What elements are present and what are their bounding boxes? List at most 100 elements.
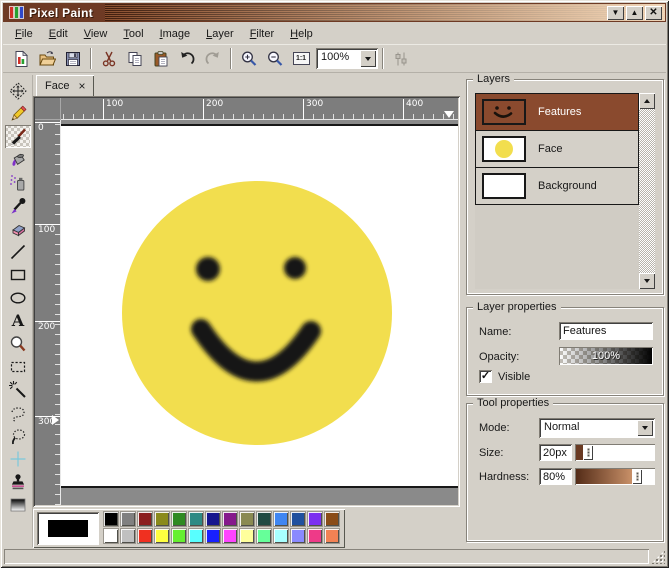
menu-file[interactable]: File [7,25,41,43]
polygon-lasso-tool[interactable] [5,424,31,447]
eraser-icon [8,219,28,239]
palette-swatch[interactable] [103,528,119,544]
current-color-well[interactable] [37,512,99,545]
scroll-up-button[interactable] [639,93,655,109]
palette-swatch[interactable] [154,528,170,544]
zoom-in-button[interactable] [236,46,262,71]
palette-swatch[interactable] [239,528,255,544]
palette-swatch[interactable] [324,511,340,527]
menu-layer[interactable]: Layer [198,25,242,43]
ellipse-tool[interactable] [5,286,31,309]
cut-button[interactable] [96,46,122,71]
close-button[interactable]: ✕ [645,6,662,20]
pencil-tool[interactable] [5,102,31,125]
hruler-label: 300 [303,99,323,120]
palette-swatch[interactable] [137,528,153,544]
palette-swatch[interactable] [324,528,340,544]
palette-swatch[interactable] [120,528,136,544]
menu-help[interactable]: Help [282,25,321,43]
layer-row-features[interactable]: Features [475,93,639,131]
palette-swatch[interactable] [188,511,204,527]
visible-checkbox[interactable]: ✓ [479,370,492,383]
gradient-tool[interactable] [5,493,31,516]
palette-swatch[interactable] [171,511,187,527]
layer-row-face[interactable]: Face [475,130,639,168]
magnifier-tool[interactable] [5,332,31,355]
palette-swatch[interactable] [307,511,323,527]
size-input[interactable] [539,444,572,461]
size-slider-handle[interactable] [583,445,593,460]
hardness-slider[interactable] [575,468,655,485]
palette-swatch[interactable] [290,528,306,544]
palette-swatch[interactable] [239,511,255,527]
panel-toggle-button[interactable] [388,46,414,71]
palette-swatch[interactable] [256,528,272,544]
palette-swatch[interactable] [256,511,272,527]
title-bar[interactable]: Pixel Paint ▼ ▲ ✕ [3,3,666,22]
palette-swatch[interactable] [290,511,306,527]
paste-button[interactable] [148,46,174,71]
hardness-input[interactable] [539,468,572,485]
move-tool[interactable] [5,79,31,102]
layers-scrollbar[interactable] [639,93,655,289]
mode-dropdown-button[interactable] [637,420,653,436]
mode-select[interactable]: Normal [539,418,655,438]
resize-grip[interactable] [651,550,665,564]
rectangular-select-tool[interactable] [5,355,31,378]
crosshair-tool[interactable] [5,447,31,470]
palette-swatch[interactable] [273,528,289,544]
save-button[interactable] [60,46,86,71]
ruler-corner [35,98,61,120]
tool-properties-title: Tool properties [473,397,553,409]
airbrush-tool[interactable] [5,171,31,194]
size-slider[interactable] [575,444,655,461]
tab-face[interactable]: Face × [36,75,94,96]
magic-wand-tool[interactable] [5,378,31,401]
tab-close-icon[interactable]: × [78,80,85,92]
minimize-button[interactable]: ▼ [607,6,624,20]
palette-swatch[interactable] [188,528,204,544]
actual-size-button[interactable]: 1:1 [288,46,314,71]
palette-swatch[interactable] [307,528,323,544]
paintbrush-tool[interactable] [5,125,31,148]
menu-image[interactable]: Image [152,25,199,43]
lasso-tool[interactable] [5,401,31,424]
canvas-page[interactable] [61,124,458,488]
zoom-out-button[interactable] [262,46,288,71]
menu-view[interactable]: View [76,25,116,43]
smiley-face-circle [122,181,392,445]
open-button[interactable] [34,46,60,71]
zoom-level-select[interactable]: 100% [316,48,378,69]
undo-button[interactable] [174,46,200,71]
menu-edit[interactable]: Edit [41,25,76,43]
text-tool[interactable]: A [5,309,31,332]
palette-swatch[interactable] [273,511,289,527]
opacity-slider[interactable]: 100% [559,347,653,365]
line-tool[interactable] [5,240,31,263]
menu-tool[interactable]: Tool [115,25,151,43]
rectangle-tool[interactable] [5,263,31,286]
layer-name-input[interactable] [559,322,653,340]
palette-swatch[interactable] [137,511,153,527]
clone-stamp-tool[interactable] [5,470,31,493]
copy-button[interactable] [122,46,148,71]
palette-swatch[interactable] [120,511,136,527]
fill-bucket-tool[interactable] [5,148,31,171]
palette-swatch[interactable] [171,528,187,544]
palette-swatch[interactable] [222,511,238,527]
menu-filter[interactable]: Filter [242,25,282,43]
palette-swatch[interactable] [222,528,238,544]
palette-swatch[interactable] [154,511,170,527]
scroll-down-button[interactable] [639,273,655,289]
eyedropper-tool[interactable] [5,194,31,217]
new-document-button[interactable] [8,46,34,71]
palette-swatch[interactable] [205,511,221,527]
eraser-tool[interactable] [5,217,31,240]
palette-swatch[interactable] [103,511,119,527]
zoom-level-dropdown-button[interactable] [360,50,376,67]
hardness-slider-handle[interactable] [632,469,642,484]
maximize-button[interactable]: ▲ [626,6,643,20]
layer-row-background[interactable]: Background [475,167,639,205]
palette-swatch[interactable] [205,528,221,544]
redo-button[interactable] [200,46,226,71]
